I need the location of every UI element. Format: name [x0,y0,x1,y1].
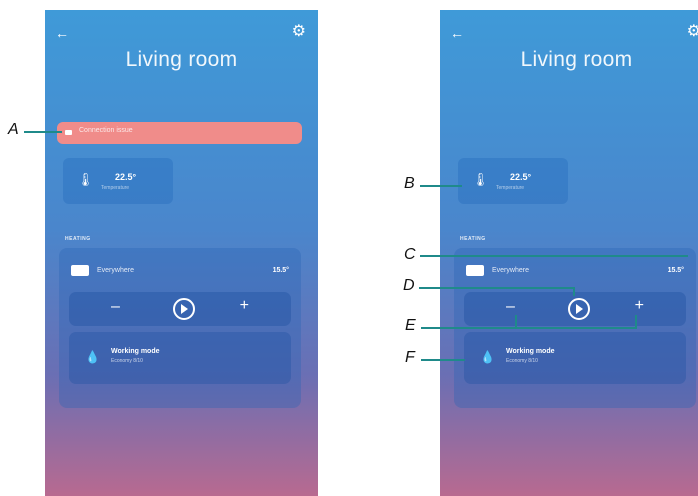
back-arrow-icon[interactable]: ← [450,26,466,40]
gear-icon[interactable]: ⚙ [292,24,306,40]
leader-line-b [420,185,462,187]
working-mode-card[interactable]: 💧 Working mode Economy 8/10 [69,332,291,384]
leader-line-a [24,131,62,133]
plus-button[interactable]: + [635,297,644,315]
section-heading: HEATING [460,236,486,242]
mode-subtitle: Economy 8/10 [111,358,143,364]
callout-f: F [405,349,415,366]
thermometer-icon: 🌡 [472,172,489,187]
leader-line-d [419,287,575,289]
zone-name: Everywhere [97,267,134,274]
gear-icon[interactable]: ⚙ [687,24,698,40]
leader-line-e [421,327,637,329]
temperature-value: 22.5° [115,172,137,182]
temperature-label: Temperature [101,185,130,191]
zone-name: Everywhere [492,267,529,274]
leader-tick-d [573,287,575,296]
zone-icon [71,265,89,276]
drop-icon: 💧 [480,350,495,364]
callout-c: C [404,246,416,263]
zone-temperature: 15.5° [667,267,684,274]
leader-line-f [421,359,465,361]
back-arrow-icon[interactable]: ← [55,26,71,40]
phone-screen-right: ← ⚙ Living room 🌡 22.5° Temperature HEAT… [440,10,698,496]
play-icon[interactable] [568,298,590,320]
leader-line-c [420,255,688,257]
zone-row[interactable]: Everywhere 15.5° [466,264,684,278]
minus-button[interactable]: – [506,298,515,316]
mode-subtitle: Economy 8/10 [506,358,538,364]
mode-title: Working mode [506,348,555,355]
leader-tick-e1 [515,315,517,328]
callout-e: E [405,317,416,334]
alert-text: Connection issue [79,127,133,134]
temperature-card[interactable]: 🌡 22.5° Temperature [63,158,173,204]
minus-button[interactable]: – [111,298,120,316]
alert-banner[interactable]: Connection issue [57,122,302,144]
leader-tick-e2 [635,315,637,328]
control-bar: – + [464,292,686,326]
page-title: Living room [125,48,238,71]
zone-icon [466,265,484,276]
play-icon[interactable] [173,298,195,320]
phone-screen-left: ← ⚙ Living room Connection issue 🌡 22.5°… [45,10,318,496]
drop-icon: 💧 [85,350,100,364]
heating-card: Everywhere 15.5° – + 💧 Working mode Econ… [59,248,301,408]
temperature-label: Temperature [496,185,525,191]
temperature-value: 22.5° [510,172,532,182]
zone-row[interactable]: Everywhere 15.5° [71,264,289,278]
callout-a: A [8,121,19,138]
plus-button[interactable]: + [240,297,249,315]
temperature-card[interactable]: 🌡 22.5° Temperature [458,158,568,204]
alert-icon [65,130,72,135]
section-heading: HEATING [65,236,91,242]
callout-d: D [403,277,415,294]
thermometer-icon: 🌡 [77,172,94,187]
control-bar: – + [69,292,291,326]
mode-title: Working mode [111,348,160,355]
page-title: Living room [520,48,633,71]
working-mode-card[interactable]: 💧 Working mode Economy 8/10 [464,332,686,384]
zone-temperature: 15.5° [272,267,289,274]
callout-b: B [404,175,415,192]
